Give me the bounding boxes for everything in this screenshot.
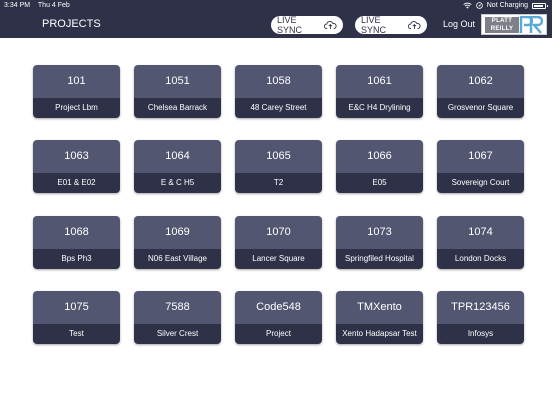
logout-link[interactable]: Log Out	[443, 11, 475, 38]
platt-reilly-logo: PLATT REILLY	[481, 14, 547, 35]
live-sync-label: LIVE SYNC	[361, 15, 387, 35]
project-number: 1058	[235, 65, 322, 98]
project-card[interactable]: 101 Project Lbm	[33, 65, 120, 118]
project-name: Xento Hadapsar Test	[336, 324, 423, 344]
project-number: 1068	[33, 216, 120, 249]
project-card[interactable]: 1063 E01 & E02	[33, 140, 120, 193]
status-bar: 3:34 PM Thu 4 Feb Not Charging	[0, 0, 552, 11]
project-name: Silver Crest	[134, 324, 221, 344]
project-card[interactable]: TMXento Xento Hadapsar Test	[336, 291, 423, 344]
project-number: 101	[33, 65, 120, 98]
project-name: E&C H4 Drylining	[336, 98, 423, 118]
project-name: E & C H5	[134, 173, 221, 193]
project-name: Bps Ph3	[33, 249, 120, 269]
cloud-upload-icon	[324, 21, 337, 30]
project-card[interactable]: 1066 E05	[336, 140, 423, 193]
project-name: Sovereign Court	[437, 173, 524, 193]
logo-text: PLATT REILLY	[485, 17, 519, 33]
project-card[interactable]: 1065 T2	[235, 140, 322, 193]
project-card[interactable]: TPR123456 Infosys	[437, 291, 524, 344]
project-number: 1064	[134, 140, 221, 173]
project-name: Test	[33, 324, 120, 344]
project-card[interactable]: 1064 E & C H5	[134, 140, 221, 193]
project-number: 1061	[336, 65, 423, 98]
battery-icon	[532, 2, 548, 9]
navigation-bar: PROJECTS LIVE SYNC LIVE SYNC Log Out PLA…	[0, 11, 552, 38]
project-name: Springfiled Hospital	[336, 249, 423, 269]
project-name: Lancer Square	[235, 249, 322, 269]
project-number: 1074	[437, 216, 524, 249]
project-card[interactable]: 1073 Springfiled Hospital	[336, 216, 423, 269]
project-number: TMXento	[336, 291, 423, 324]
project-name: T2	[235, 173, 322, 193]
location-icon	[475, 2, 483, 9]
project-card[interactable]: 1075 Test	[33, 291, 120, 344]
project-name: 48 Carey Street	[235, 98, 322, 118]
project-card[interactable]: 1074 London Docks	[437, 216, 524, 269]
project-card[interactable]: 1069 N06 East Village	[134, 216, 221, 269]
project-number: Code548	[235, 291, 322, 324]
project-number: 1073	[336, 216, 423, 249]
project-name: N06 East Village	[134, 249, 221, 269]
project-card[interactable]: 1070 Lancer Square	[235, 216, 322, 269]
cloud-upload-icon	[408, 21, 421, 30]
project-card[interactable]: 7588 Silver Crest	[134, 291, 221, 344]
project-card[interactable]: 1061 E&C H4 Drylining	[336, 65, 423, 118]
project-number: 1075	[33, 291, 120, 324]
project-number: 1070	[235, 216, 322, 249]
project-name: Project Lbm	[33, 98, 120, 118]
project-name: Chelsea Barrack	[134, 98, 221, 118]
project-number: 1051	[134, 65, 221, 98]
project-card[interactable]: 1062 Grosvenor Square	[437, 65, 524, 118]
project-card[interactable]: 1067 Sovereign Court	[437, 140, 524, 193]
project-number: TPR123456	[437, 291, 524, 324]
project-card[interactable]: 1051 Chelsea Barrack	[134, 65, 221, 118]
project-card[interactable]: 1068 Bps Ph3	[33, 216, 120, 269]
battery-status-text: Not Charging	[486, 2, 528, 9]
page-title: PROJECTS	[42, 18, 101, 30]
project-name: E05	[336, 173, 423, 193]
project-number: 1069	[134, 216, 221, 249]
project-number: 1062	[437, 65, 524, 98]
live-sync-button-1[interactable]: LIVE SYNC	[271, 15, 343, 35]
pr-monogram-icon	[519, 16, 543, 34]
battery-level	[534, 4, 543, 7]
project-card[interactable]: Code548 Project	[235, 291, 322, 344]
project-number: 1063	[33, 140, 120, 173]
project-name: E01 & E02	[33, 173, 120, 193]
project-number: 1065	[235, 140, 322, 173]
project-number: 1067	[437, 140, 524, 173]
status-date: Thu 4 Feb	[37, 2, 70, 9]
project-name: Grosvenor Square	[437, 98, 524, 118]
project-number: 1066	[336, 140, 423, 173]
live-sync-button-2[interactable]: LIVE SYNC	[355, 15, 427, 35]
project-card[interactable]: 1058 48 Carey Street	[235, 65, 322, 118]
project-number: 7588	[134, 291, 221, 324]
project-name: Project	[235, 324, 322, 344]
status-time: 3:34 PM	[4, 2, 31, 9]
project-name: Infosys	[437, 324, 524, 344]
project-name: London Docks	[437, 249, 524, 269]
wifi-icon	[463, 2, 472, 9]
live-sync-label: LIVE SYNC	[277, 15, 303, 35]
